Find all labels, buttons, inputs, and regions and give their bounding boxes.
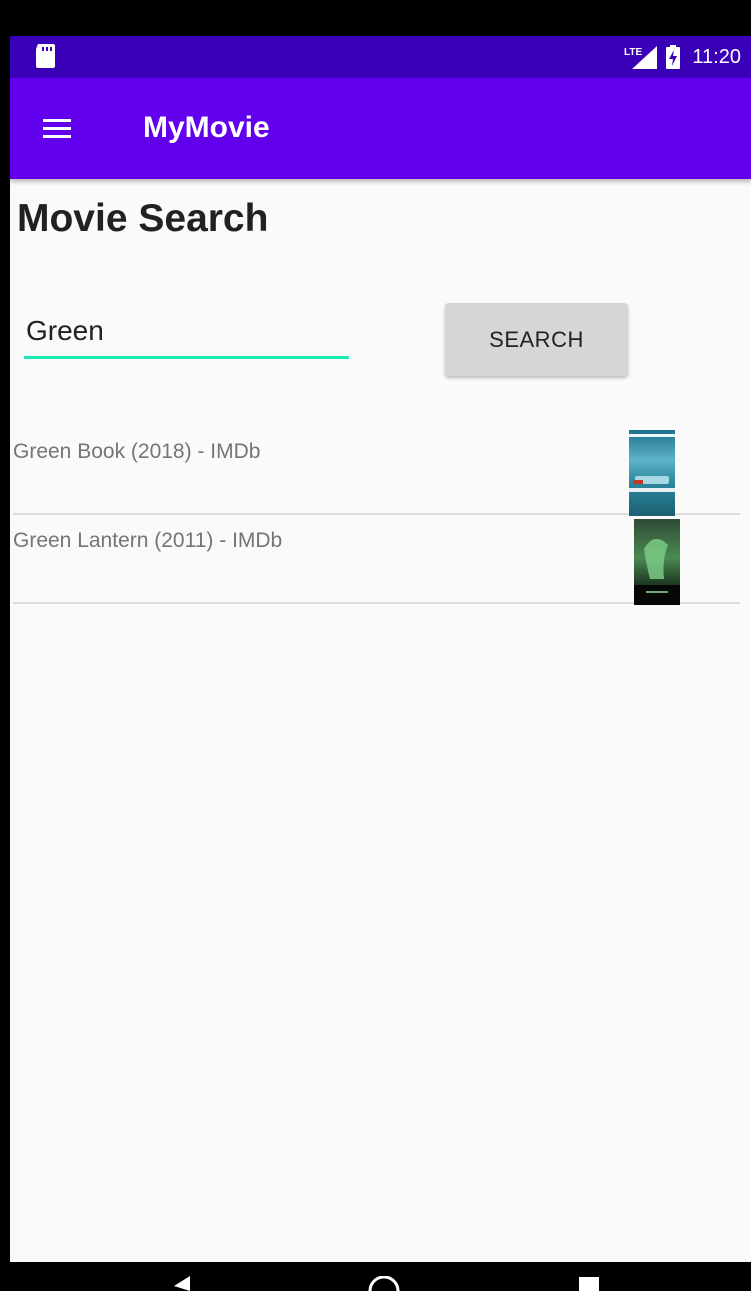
app-title: MyMovie xyxy=(143,111,270,144)
status-bar: LTE 11:20 xyxy=(10,36,751,78)
lte-signal-icon: LTE xyxy=(624,46,658,69)
menu-icon[interactable] xyxy=(43,113,81,145)
sd-card-icon xyxy=(36,44,55,68)
green-lantern-poster xyxy=(634,519,680,605)
svg-text:LTE: LTE xyxy=(624,47,642,58)
result-title: Green Lantern (2011) - IMDb xyxy=(13,529,283,552)
app-bar: MyMovie xyxy=(10,78,751,179)
result-title: Green Book (2018) - IMDb xyxy=(13,440,261,463)
home-icon[interactable] xyxy=(368,1276,400,1291)
list-item[interactable]: Green Book (2018) - IMDb xyxy=(13,426,740,516)
search-button[interactable]: SEARCH xyxy=(445,303,628,376)
green-book-poster xyxy=(629,430,675,516)
search-input[interactable] xyxy=(24,310,349,359)
status-time: 11:20 xyxy=(692,45,741,68)
phone-screen: LTE 11:20 MyMovie Movie Search SEARCH Gr… xyxy=(10,36,751,1262)
navigation-bar xyxy=(0,1262,751,1291)
results-list: Green Book (2018) - IMDb Green Lantern (… xyxy=(13,426,740,605)
back-icon[interactable] xyxy=(172,1276,192,1291)
recents-icon[interactable] xyxy=(578,1276,600,1291)
list-item[interactable]: Green Lantern (2011) - IMDb xyxy=(13,515,740,605)
status-icons: LTE 11:20 xyxy=(624,36,741,78)
battery-charging-icon xyxy=(666,45,681,69)
page-title: Movie Search xyxy=(17,197,269,240)
